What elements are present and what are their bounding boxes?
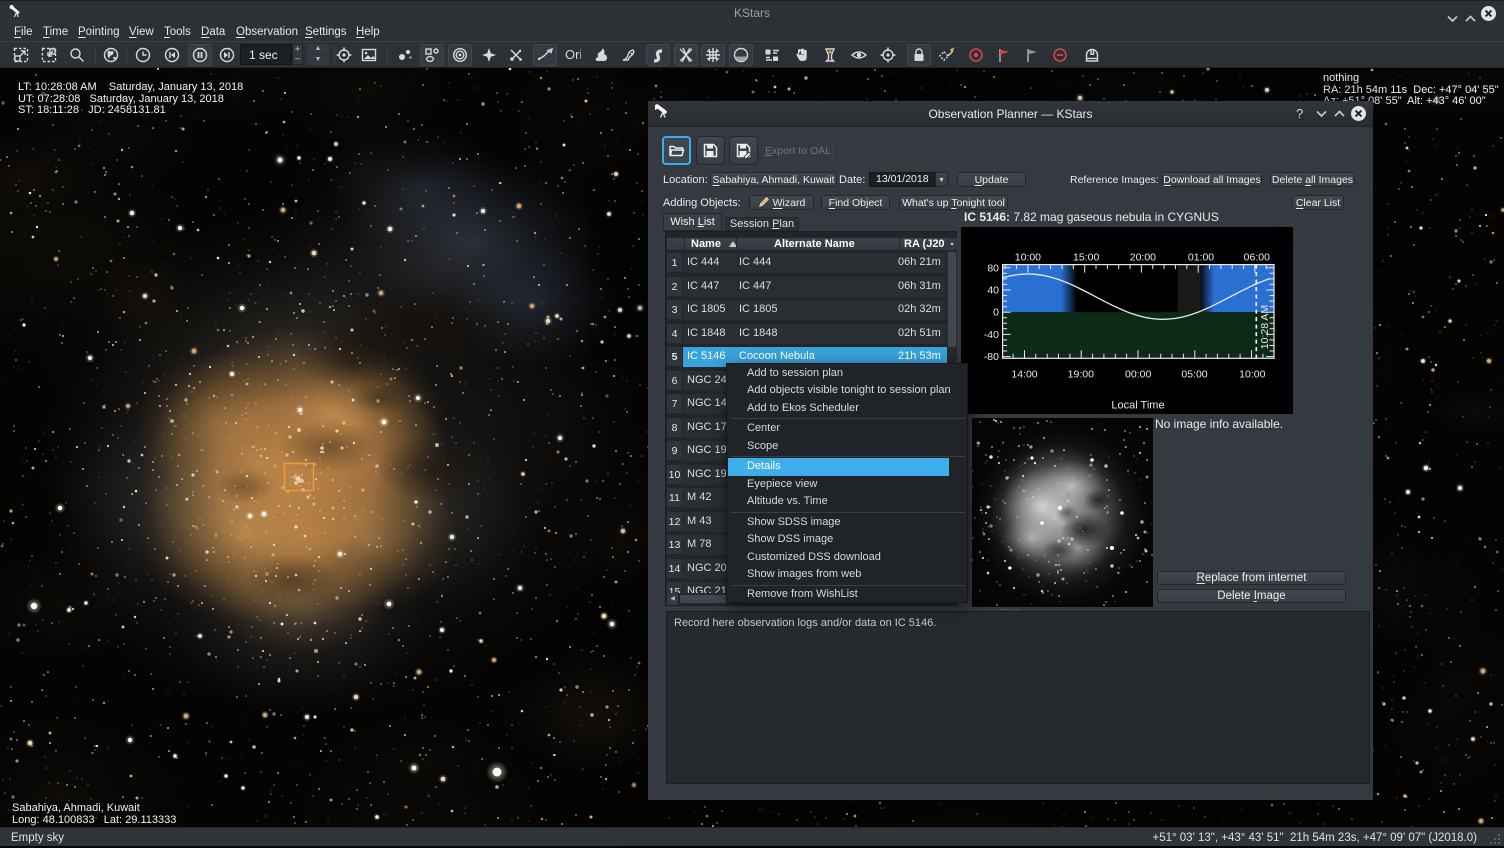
svg-text:-40: -40 <box>984 329 999 341</box>
svg-text:10:00: 10:00 <box>1239 369 1265 381</box>
svg-text:10:00: 10:00 <box>1015 252 1041 264</box>
svg-text:00:00: 00:00 <box>1125 369 1151 381</box>
svg-text:19:00: 19:00 <box>1068 369 1094 381</box>
svg-text:20:00: 20:00 <box>1130 252 1156 264</box>
svg-text:01:00: 01:00 <box>1188 252 1214 264</box>
svg-text:0: 0 <box>993 307 999 319</box>
svg-text:14:00: 14:00 <box>1011 369 1037 381</box>
svg-text:06:00: 06:00 <box>1244 252 1270 264</box>
svg-text:Local Time: Local Time <box>1111 400 1164 412</box>
svg-text:40: 40 <box>987 285 999 297</box>
svg-text:10:28 AM: 10:28 AM <box>1259 305 1271 349</box>
svg-text:05:00: 05:00 <box>1181 369 1207 381</box>
svg-text:15:00: 15:00 <box>1073 252 1099 264</box>
svg-text:80: 80 <box>987 262 999 274</box>
svg-text:Ori: Ori <box>565 47 581 62</box>
svg-text:-80: -80 <box>984 351 999 363</box>
